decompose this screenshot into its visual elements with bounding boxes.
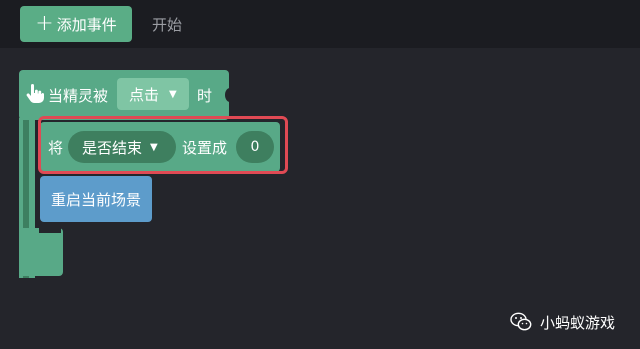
restart-scene-block[interactable]: 重启当前场景 (40, 176, 152, 222)
event-trigger-dropdown[interactable]: 点击 ▼ (117, 78, 189, 110)
code-workspace: 当精灵被 点击 ▼ 时 将 是否结束 ▼ 设置成 0 重启当前场景 (0, 48, 640, 349)
event-block-foot-notch (39, 228, 61, 233)
plus-icon: + (35, 11, 54, 36)
event-prefix-label: 当精灵被 (48, 87, 109, 105)
event-trigger-value: 点击 (129, 85, 160, 104)
event-block-foot[interactable] (19, 228, 63, 276)
watermark: 小蚂蚁游戏 (510, 310, 615, 334)
wechat-icon (510, 312, 532, 331)
dropdown-arrow-icon: ▼ (169, 88, 177, 100)
event-block-notch (225, 88, 235, 102)
when-sprite-clicked-block[interactable]: 当精灵被 点击 ▼ 时 (19, 70, 235, 120)
highlight-box (38, 116, 288, 174)
watermark-text: 小蚂蚁游戏 (540, 313, 616, 332)
hand-pointer-icon (26, 84, 44, 103)
event-suffix-label: 时 (197, 87, 213, 105)
add-event-label: 添加事件 (56, 15, 117, 34)
tab-start[interactable]: 开始 (152, 14, 182, 35)
add-event-button[interactable]: + 添加事件 (20, 6, 132, 42)
top-toolbar: + 添加事件 开始 (0, 0, 640, 48)
